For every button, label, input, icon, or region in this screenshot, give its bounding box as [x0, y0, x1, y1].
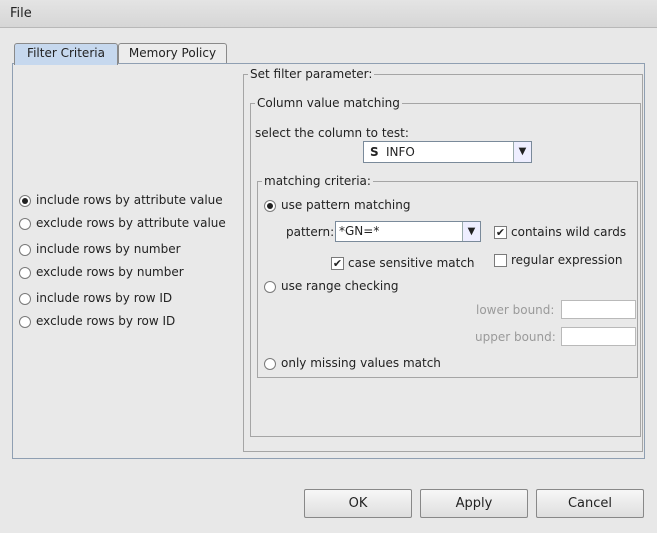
- select-column-label: select the column to test:: [255, 126, 409, 140]
- radio-button[interactable]: [19, 243, 31, 256]
- checkbox[interactable]: ✔: [331, 257, 344, 270]
- filter-parameter-title: Set filter parameter:: [248, 67, 375, 81]
- radio-button[interactable]: [264, 280, 276, 293]
- option-exclude-attribute[interactable]: exclude rows by attribute value: [19, 216, 226, 230]
- option-label: include rows by attribute value: [36, 193, 223, 207]
- pattern-label: pattern:: [286, 225, 335, 239]
- use-pattern-option[interactable]: use pattern matching: [264, 198, 410, 212]
- radio-button[interactable]: [19, 266, 31, 279]
- radio-button[interactable]: [19, 217, 31, 230]
- case-sensitive-option[interactable]: ✔ case sensitive match: [331, 256, 475, 270]
- tab-filter-criteria[interactable]: Filter Criteria: [14, 43, 118, 65]
- option-label: exclude rows by row ID: [36, 314, 176, 328]
- option-label: use range checking: [281, 279, 399, 293]
- contains-wild-cards-option[interactable]: ✔ contains wild cards: [494, 225, 626, 239]
- pattern-input[interactable]: *GN=* ▼: [335, 221, 481, 242]
- option-label: use pattern matching: [281, 198, 411, 212]
- option-exclude-rowid[interactable]: exclude rows by row ID: [19, 314, 175, 328]
- checkbox[interactable]: ✔: [494, 226, 507, 239]
- radio-button[interactable]: [264, 357, 276, 370]
- checkbox[interactable]: [494, 254, 507, 267]
- option-include-number[interactable]: include rows by number: [19, 242, 181, 256]
- string-type-icon: S: [370, 145, 379, 159]
- use-range-option[interactable]: use range checking: [264, 279, 398, 293]
- radio-button[interactable]: [19, 292, 31, 305]
- menu-bar: File: [0, 0, 657, 28]
- missing-values-option[interactable]: only missing values match: [264, 356, 441, 370]
- ok-button[interactable]: OK: [304, 489, 412, 518]
- radio-button[interactable]: [264, 199, 276, 212]
- radio-button[interactable]: [19, 315, 31, 328]
- regular-expression-option[interactable]: regular expression: [494, 253, 622, 267]
- upper-bound-input[interactable]: [561, 327, 636, 346]
- column-select-value: INFO: [386, 145, 415, 159]
- pattern-value: *GN=*: [339, 224, 380, 238]
- option-label: only missing values match: [281, 356, 441, 370]
- column-select[interactable]: S INFO ▼: [363, 141, 532, 163]
- lower-bound-label: lower bound:: [476, 303, 555, 317]
- lower-bound-input[interactable]: [561, 300, 636, 319]
- radio-button[interactable]: [19, 194, 31, 207]
- option-label: exclude rows by number: [36, 265, 184, 279]
- chevron-down-icon[interactable]: ▼: [462, 222, 480, 241]
- option-label: case sensitive match: [348, 256, 475, 270]
- upper-bound-label: upper bound:: [475, 330, 556, 344]
- column-matching-title: Column value matching: [255, 96, 402, 110]
- option-label: include rows by number: [36, 242, 181, 256]
- chevron-down-icon[interactable]: ▼: [513, 142, 531, 162]
- option-exclude-number[interactable]: exclude rows by number: [19, 265, 184, 279]
- option-label: regular expression: [511, 253, 623, 267]
- option-label: contains wild cards: [511, 225, 627, 239]
- cancel-button[interactable]: Cancel: [536, 489, 644, 518]
- option-include-attribute[interactable]: include rows by attribute value: [19, 193, 223, 207]
- option-label: include rows by row ID: [36, 291, 173, 305]
- apply-button[interactable]: Apply: [420, 489, 528, 518]
- tab-memory-policy[interactable]: Memory Policy: [118, 43, 227, 64]
- menu-file[interactable]: File: [10, 6, 32, 21]
- option-include-rowid[interactable]: include rows by row ID: [19, 291, 172, 305]
- matching-criteria-title: matching criteria:: [262, 174, 373, 188]
- option-label: exclude rows by attribute value: [36, 216, 226, 230]
